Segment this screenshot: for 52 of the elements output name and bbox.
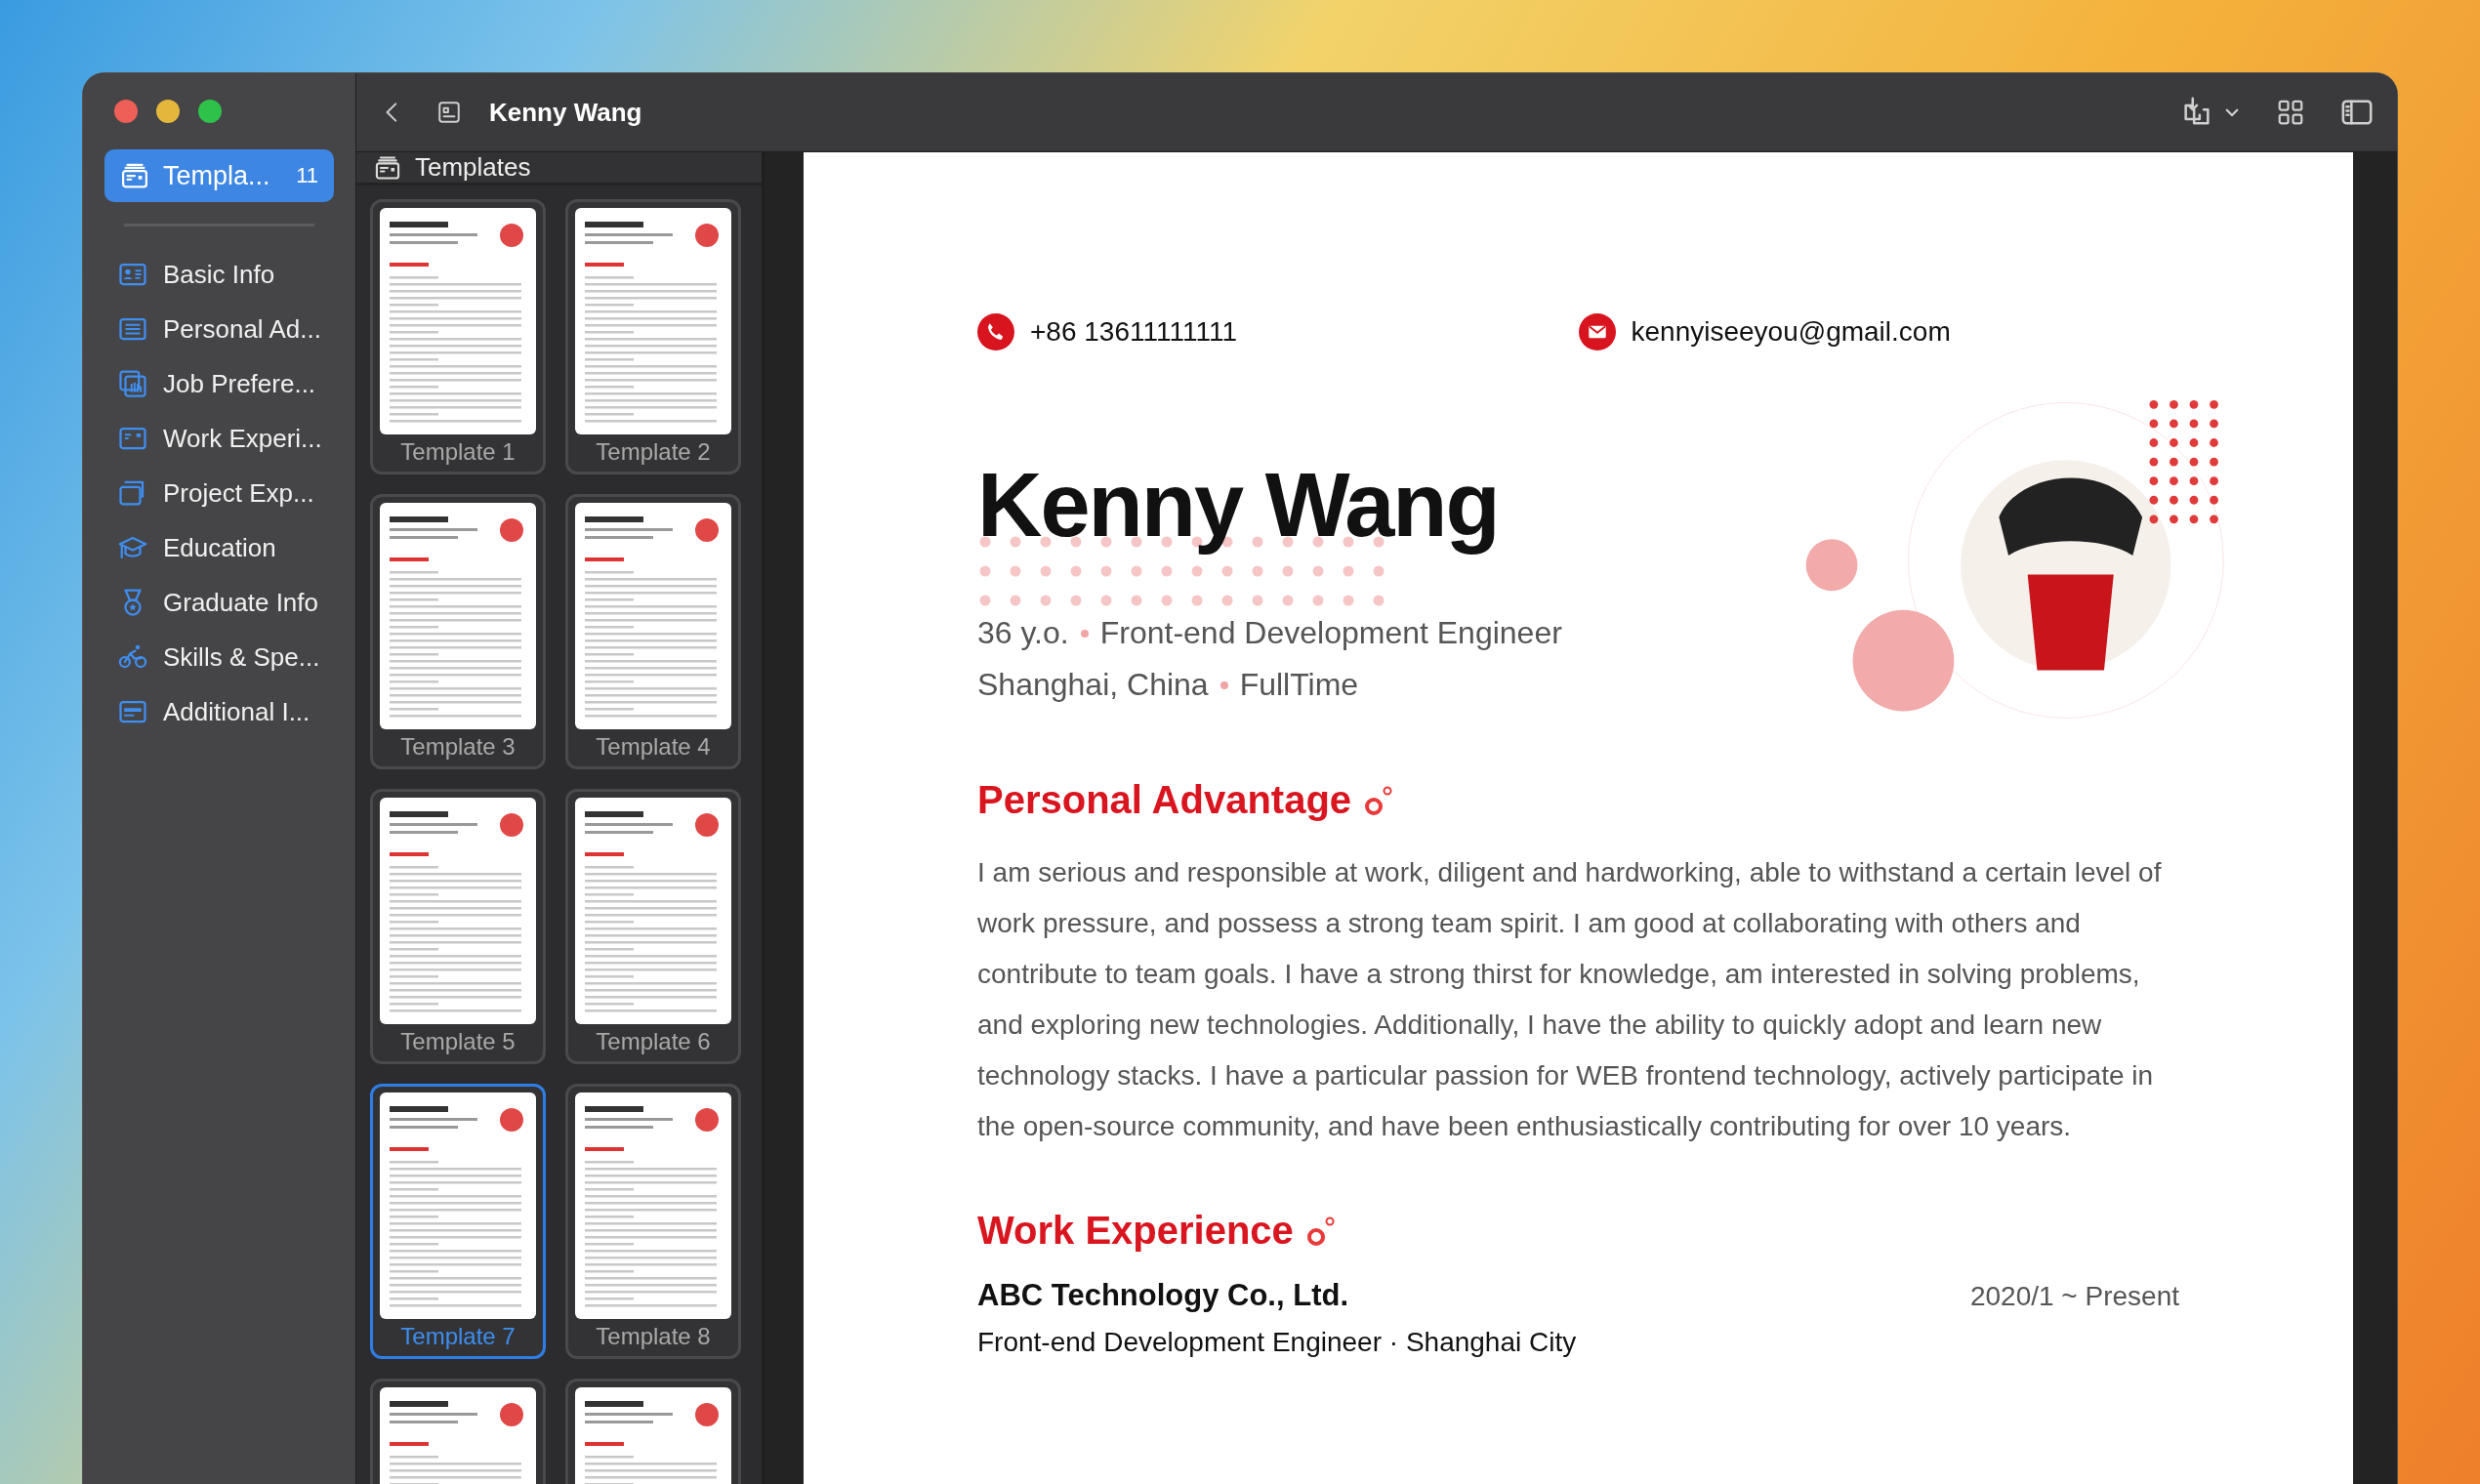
template-card[interactable]: Template 2 bbox=[565, 199, 741, 474]
template-label: Template 1 bbox=[400, 438, 516, 466]
template-label: Template 4 bbox=[596, 733, 711, 761]
sidebar-item[interactable]: Templa... 11 bbox=[104, 149, 334, 202]
templates-icon bbox=[120, 161, 149, 190]
detail-text: FullTime bbox=[1239, 667, 1359, 704]
sidebar-item[interactable]: Basic Info bbox=[104, 250, 334, 299]
template-label: Template 7 bbox=[400, 1323, 516, 1350]
zoom-button[interactable] bbox=[198, 100, 222, 123]
date-range: 2020/1 ~ Present bbox=[1969, 1281, 2179, 1312]
sidebar-item[interactable]: Project Exp... bbox=[104, 469, 334, 517]
bullet-dot bbox=[1080, 629, 1089, 638]
template-card[interactable]: Template 8 bbox=[565, 1084, 741, 1359]
bullet-dot bbox=[1219, 680, 1228, 689]
minimize-button[interactable] bbox=[156, 100, 180, 123]
section-heading: Work Experience bbox=[977, 1209, 1294, 1253]
window-title: Kenny Wang bbox=[489, 97, 643, 128]
template-label: Template 3 bbox=[400, 733, 516, 761]
template-label: Template 2 bbox=[596, 438, 711, 466]
sidebar-item[interactable]: Graduate Info bbox=[104, 578, 334, 627]
templates-icon bbox=[374, 153, 401, 182]
sidebar-item[interactable]: Additional I... bbox=[104, 687, 334, 736]
template-card[interactable]: Template 7 bbox=[370, 1084, 546, 1359]
mail-icon bbox=[1578, 313, 1616, 350]
detail-text: Shanghai, China bbox=[977, 667, 1209, 704]
template-card[interactable]: Template 1 bbox=[370, 199, 546, 474]
resume-name: Kenny Wang bbox=[977, 456, 1500, 556]
detail-text: Front-end Development Engineer bbox=[1099, 615, 1562, 652]
template-label: Template 5 bbox=[400, 1028, 516, 1055]
section-paragraph: I am serious and responsible at work, diligent and hardworking, able to withstand a certain level of work pressure, and possess a strong team spirit. I am good at collaborating with others and contribute to team goals. I have a strong thirst for knowledge, am interested in solving problems, and exploring new technologies. Additionally, I have the ability to quickly adopt and learn new technology stacks. I have a particular passion for WEB frontend technology, actively participate in the open-source community, and have been enthusiastically contributing for over 10 years. bbox=[977, 856, 2163, 1143]
template-card[interactable]: Template 3 bbox=[370, 494, 546, 769]
contact-text: +86 13611111111 bbox=[1030, 316, 1238, 348]
section-heading: Personal Advantage bbox=[977, 778, 1352, 822]
grid-icon bbox=[2276, 98, 2305, 127]
company-name: ABC Technology Co., Ltd. bbox=[977, 1278, 1348, 1313]
template-label: Template 8 bbox=[596, 1323, 711, 1350]
job-role: Front-end Development Engineer · Shanghai City bbox=[977, 1327, 1578, 1358]
sidebar-item[interactable]: Job Prefere... bbox=[104, 359, 334, 408]
document-icon bbox=[436, 100, 462, 125]
sidebar-item[interactable]: Skills & Spe... bbox=[104, 633, 334, 681]
panel-title: Templates bbox=[415, 152, 531, 183]
template-card[interactable]: Template 5 bbox=[370, 789, 546, 1064]
close-button[interactable] bbox=[114, 100, 138, 123]
template-card[interactable]: Template 4 bbox=[565, 494, 741, 769]
sidebar-item[interactable]: Work Experi... bbox=[104, 414, 334, 463]
template-label: Template 6 bbox=[596, 1028, 711, 1055]
template-card[interactable]: Template 6 bbox=[565, 789, 741, 1064]
contact-text: kennyiseeyou@gmail.com bbox=[1631, 316, 1951, 348]
sidebar-item[interactable]: Education bbox=[104, 523, 334, 572]
detail-text: 36 y.o. bbox=[977, 615, 1069, 652]
phone-icon bbox=[977, 313, 1014, 350]
sidebar-item[interactable]: Personal Ad... bbox=[104, 305, 334, 353]
